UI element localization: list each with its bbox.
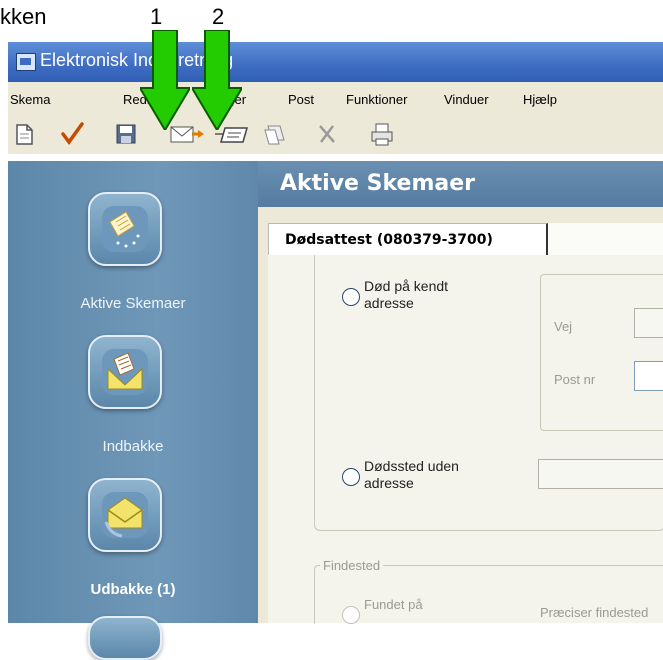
sidebar-item-indbakke[interactable] bbox=[88, 335, 162, 409]
post-nr-field[interactable] bbox=[634, 361, 663, 391]
copy-icon[interactable] bbox=[260, 120, 288, 148]
save-icon[interactable] bbox=[112, 120, 140, 148]
sidebar-item-udbakke[interactable] bbox=[88, 478, 162, 552]
label-vej: Vej bbox=[554, 319, 573, 334]
page-title: Aktive Skemaer bbox=[280, 171, 475, 196]
outbox-icon bbox=[102, 492, 148, 538]
toolbar bbox=[8, 116, 663, 154]
sidebar: Aktive Skemaer Indbakke Udbakke (1) bbox=[8, 161, 258, 660]
radio-no-address[interactable] bbox=[342, 468, 360, 486]
label-fundet-paa: Fundet på bbox=[364, 597, 423, 612]
annotation-text: kken bbox=[0, 4, 47, 29]
main-header: Aktive Skemaer bbox=[258, 161, 663, 207]
tab-dodsattest[interactable]: Dødsattest (080379-3700) bbox=[268, 223, 548, 256]
annotation-number-1: 1 bbox=[150, 4, 163, 29]
findested-legend: Findested bbox=[320, 558, 384, 573]
menu-hjaelp[interactable]: Hjælp bbox=[523, 92, 557, 107]
no-address-field[interactable] bbox=[538, 459, 663, 489]
label-praeciser-findested: Præciser findested bbox=[540, 605, 649, 620]
menu-skema[interactable]: Skema bbox=[10, 92, 50, 107]
label-known-address: Død på kendt adresse bbox=[364, 278, 449, 311]
new-icon[interactable] bbox=[10, 120, 38, 148]
label-no-address: Dødssted uden adresse bbox=[364, 458, 459, 491]
sidebar-label-aktive-skemaer: Aktive Skemaer bbox=[80, 295, 186, 312]
tab-label: Dødsattest (080379-3700) bbox=[285, 232, 493, 248]
label-post-nr: Post nr bbox=[554, 372, 596, 387]
inbox-icon bbox=[102, 349, 148, 395]
print-icon[interactable] bbox=[368, 120, 396, 148]
active-forms-icon bbox=[102, 206, 148, 252]
annotation-number-2: 2 bbox=[212, 4, 225, 29]
menu-funktioner[interactable]: Funktioner bbox=[346, 92, 407, 107]
menu-post[interactable]: Post bbox=[288, 92, 314, 107]
delete-icon[interactable] bbox=[313, 120, 341, 148]
menu-vinduer[interactable]: Vinduer bbox=[444, 92, 489, 107]
sidebar-label-indbakke: Indbakke bbox=[102, 438, 164, 455]
radio-fundet-paa[interactable] bbox=[342, 606, 360, 624]
radio-known-address[interactable] bbox=[342, 288, 360, 306]
arrow-1-icon bbox=[140, 30, 190, 130]
menu-bar: Skema Rediger Bruger Post Funktioner Vin… bbox=[8, 82, 663, 116]
check-icon[interactable] bbox=[58, 120, 86, 148]
sidebar-item-aktive-skemaer[interactable] bbox=[88, 192, 162, 266]
address-group bbox=[540, 274, 663, 431]
vej-field[interactable] bbox=[634, 308, 663, 338]
arrow-2-icon bbox=[192, 30, 242, 130]
app-icon bbox=[16, 53, 36, 71]
window-titlebar: Elektronisk Indberetning bbox=[8, 42, 663, 82]
sidebar-label-udbakke: Udbakke (1) bbox=[90, 581, 176, 598]
